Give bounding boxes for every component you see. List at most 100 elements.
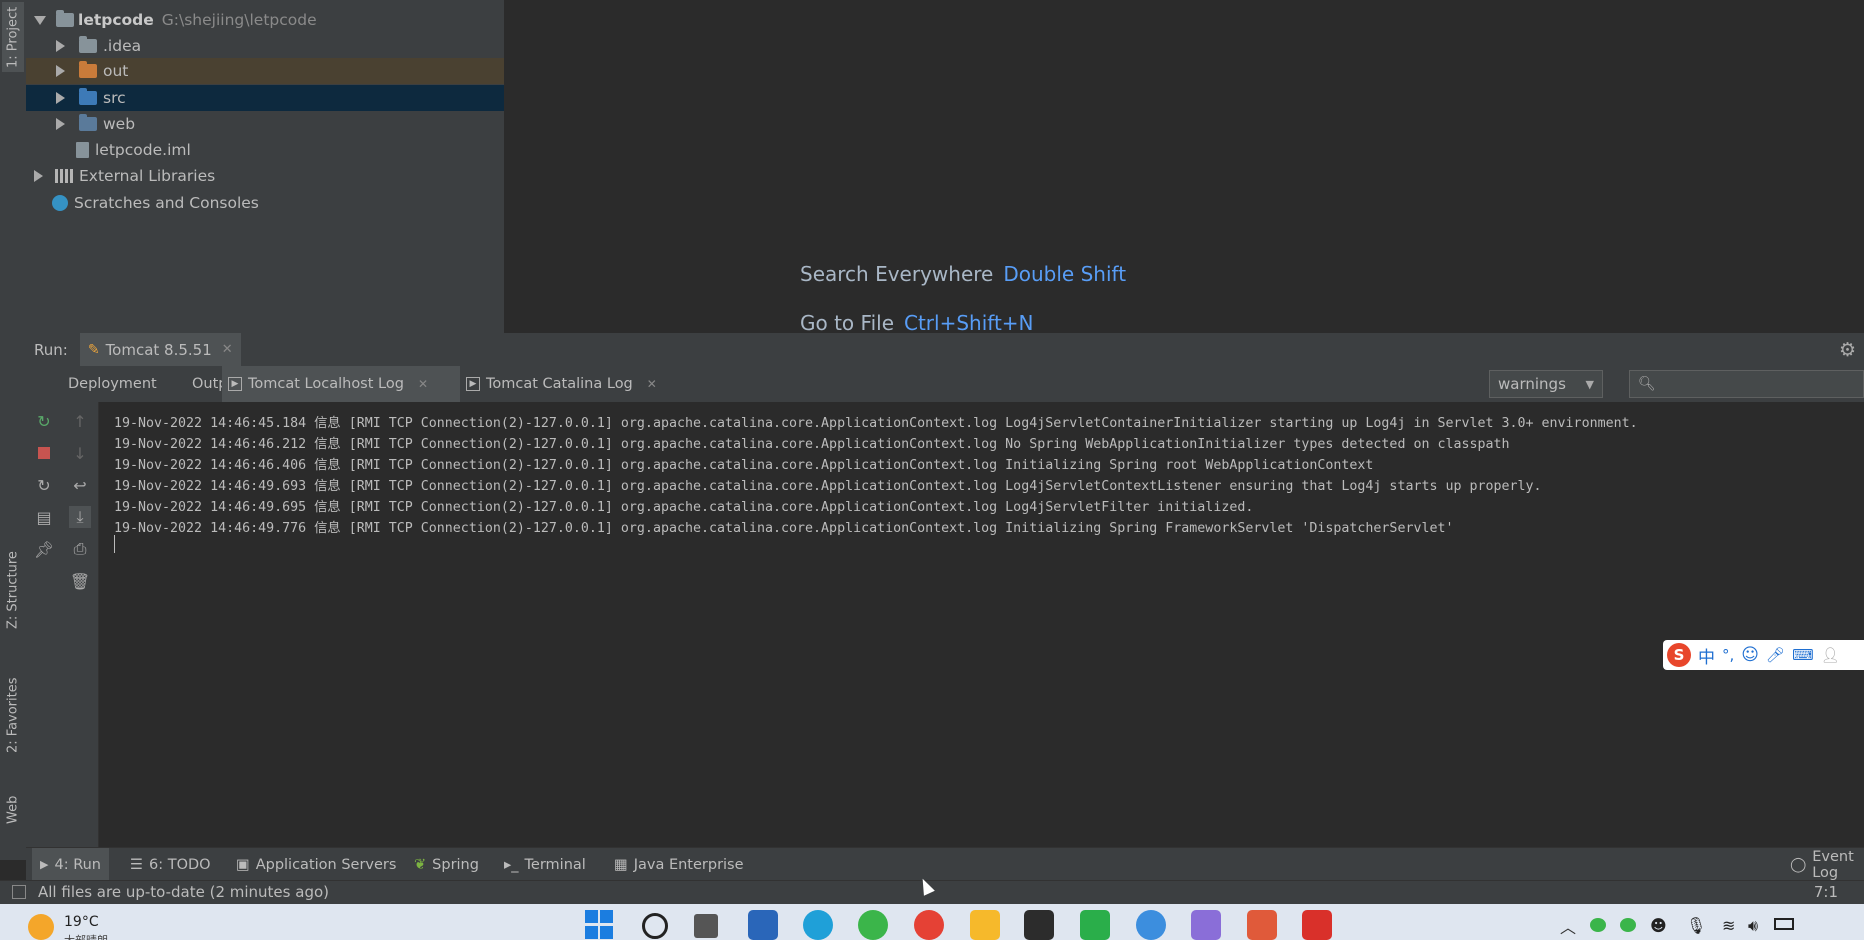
structure-tool-tab[interactable]: Z: Structure [2,540,24,640]
editor-empty-area: Search Everywhere Double Shift Go to File… [505,0,1864,335]
weather-sun-icon[interactable] [28,914,54,940]
wifi-icon[interactable]: ≋ [1722,916,1735,935]
tree-root-row[interactable]: letpcode G:\shejiing\letpcode [26,7,504,33]
tray-wechat-icon[interactable] [1590,918,1606,932]
intellij-idea-icon[interactable] [1024,910,1054,940]
module-folder-icon [56,10,74,27]
favorites-tool-tab[interactable]: 2: Favorites [2,665,24,765]
ime-mode[interactable]: 中 [1698,643,1715,668]
console-toolbar: ↑ ↓ ↩ ⤓ ⎙ 🗑︎ [62,402,99,847]
chevron-up-icon[interactable]: ︿ [1560,914,1576,938]
expand-arrow-icon[interactable] [56,92,65,104]
log-search-box[interactable]: 🔍︎ [1629,370,1864,398]
tree-item-src[interactable]: src [26,85,504,111]
expand-arrow-icon[interactable] [56,65,65,77]
weather-temperature[interactable]: 19°C [64,914,99,930]
tool-java-enterprise[interactable]: ▦ Java Enterprise [614,848,744,881]
volume-icon[interactable]: 🔊︎ [1748,916,1758,936]
close-icon[interactable]: ✕ [222,342,233,357]
rerun-icon[interactable]: ↻ [33,410,55,432]
qq-icon[interactable]: ☻ [1650,916,1667,935]
tab-label: Tomcat Localhost Log [248,376,404,392]
app-icon-blue[interactable] [1136,910,1166,940]
search-everywhere-hint: Search Everywhere Double Shift [800,262,1126,286]
file-icon [76,142,89,158]
app-icon-purple[interactable] [1191,910,1221,940]
tomcat-icon: ✎ [87,341,100,358]
soft-wrap-icon[interactable]: ↩ [69,474,91,496]
tool-label: Java Enterprise [633,856,744,873]
microphone-icon[interactable]: 🎤︎ [1766,646,1785,664]
tab-tomcat-catalina-log[interactable]: ▶ Tomcat Catalina Log ✕ [460,366,666,402]
tool-event-log[interactable]: ◯ Event Log [1790,848,1864,881]
run-config-tab[interactable]: ✎ Tomcat 8.5.51 ✕ [79,333,241,366]
tree-item-external-libraries[interactable]: External Libraries [26,163,504,189]
wps-office-icon[interactable] [1302,910,1332,940]
windows-start-icon[interactable] [585,910,615,940]
ime-toolbar[interactable]: S 中 °, ☺ 🎤︎ ⌨ 👤︎ [1663,640,1864,670]
web-tool-tab[interactable]: Web [2,785,24,835]
web-tab-label: Web [5,795,21,825]
tool-label: Application Servers [255,856,397,873]
app-icon-mail[interactable] [748,910,778,940]
tree-item-idea[interactable]: .idea [26,33,504,59]
user-icon[interactable]: 👤︎ [1821,646,1840,664]
tab-tomcat-localhost-log[interactable]: ▶ Tomcat Localhost Log ✕ [222,366,460,402]
tool-label: 6: TODO [149,856,211,873]
stop-icon[interactable] [33,442,55,464]
file-explorer-icon[interactable] [970,910,1000,940]
up-arrow-icon[interactable]: ↑ [69,410,91,432]
edge-browser-icon[interactable] [803,910,833,940]
log-filter-dropdown[interactable]: warnings ▼ [1489,370,1603,398]
down-arrow-icon[interactable]: ↓ [69,442,91,464]
ie-browser-icon[interactable] [858,910,888,940]
tool-terminal[interactable]: ▸_ Terminal [504,848,586,881]
log-filter-value: warnings [1498,375,1566,393]
tree-item-label: .idea [103,37,142,55]
log-search-input[interactable] [1659,375,1844,393]
project-tool-tab[interactable]: 1: Project [2,2,24,72]
keyboard-icon[interactable]: ⌨ [1792,646,1814,664]
tool-run[interactable]: ▶ 4: Run [32,848,109,881]
tree-item-label: Scratches and Consoles [74,194,259,212]
close-icon[interactable]: ✕ [647,377,657,391]
expand-arrow-icon[interactable] [34,170,43,182]
search-icon[interactable] [642,913,668,939]
hint-shortcut: Double Shift [1003,262,1127,286]
go-to-file-hint: Go to File Ctrl+Shift+N [800,311,1034,335]
caret-position[interactable]: 7:1 [1814,883,1838,901]
run-label: Run: [34,340,68,359]
chrome-browser-icon[interactable] [914,910,944,940]
layout-icon[interactable]: ▤ [33,506,55,528]
task-view-icon[interactable] [694,914,718,938]
tree-item-web[interactable]: web [26,111,504,137]
tool-todo[interactable]: ☰ 6: TODO [130,848,211,881]
tree-item-iml[interactable]: letpcode.iml [26,137,504,163]
tool-spring[interactable]: ❦ Spring [414,848,479,881]
tree-item-scratches[interactable]: Scratches and Consoles [26,190,504,216]
expand-arrow-icon[interactable] [56,40,65,52]
panel-toggle-icon[interactable] [12,885,26,899]
tool-application-servers[interactable]: ▣ Application Servers [236,848,396,881]
app-icon-orange[interactable] [1247,910,1277,940]
wechat-icon[interactable] [1080,910,1110,940]
tree-item-out[interactable]: out [26,58,504,84]
pin-icon[interactable]: 📌︎ [33,538,55,560]
tray-app-icon[interactable] [1620,918,1636,932]
collapse-arrow-icon[interactable] [34,15,46,25]
microphone-icon[interactable]: 🎙︎ [1686,916,1706,935]
console-output[interactable]: 19-Nov-2022 14:46:45.184 信息 [RMI TCP Con… [99,402,1864,847]
expand-arrow-icon[interactable] [56,118,65,130]
gear-icon[interactable]: ⚙ [1839,339,1856,361]
tab-deployment[interactable]: Deployment [62,366,186,402]
punctuation-icon[interactable]: °, [1722,646,1734,664]
folder-icon [79,61,97,78]
hint-shortcut: Ctrl+Shift+N [904,311,1034,335]
trash-icon[interactable]: 🗑︎ [69,570,91,592]
emoji-icon[interactable]: ☺ [1741,645,1759,665]
print-icon[interactable]: ⎙ [69,538,91,560]
battery-icon[interactable] [1774,918,1794,930]
scroll-to-end-icon[interactable]: ⤓ [69,506,91,528]
close-icon[interactable]: ✕ [418,377,428,391]
update-icon[interactable]: ↻ [33,474,55,496]
